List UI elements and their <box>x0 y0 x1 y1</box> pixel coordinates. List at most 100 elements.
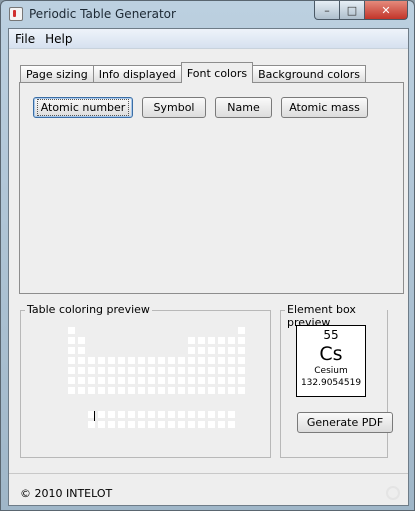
symbol-button[interactable]: Symbol <box>142 97 206 118</box>
table-cell <box>208 411 215 418</box>
menu-bar: File Help <box>9 29 408 49</box>
table-cell <box>228 377 235 384</box>
table-cell <box>68 357 75 364</box>
table-cell <box>118 411 125 418</box>
table-cell <box>108 387 115 394</box>
table-cell <box>238 327 245 334</box>
table-cell <box>68 327 75 334</box>
table-cell <box>228 357 235 364</box>
table-cell <box>198 411 205 418</box>
table-cell <box>88 377 95 384</box>
tab-strip: Page sizing Info displayed Font colors B… <box>20 62 367 83</box>
table-cell <box>218 367 225 374</box>
table-cell <box>188 347 195 354</box>
table-cell <box>108 357 115 364</box>
table-cell <box>188 377 195 384</box>
java-app-icon <box>9 7 23 21</box>
generate-pdf-button[interactable]: Generate PDF <box>297 412 393 433</box>
atomic-number-button[interactable]: Atomic number <box>33 97 133 118</box>
font-colors-panel: Atomic number Symbol Name Atomic mass <box>19 82 404 294</box>
table-cell <box>138 377 145 384</box>
table-cell <box>238 367 245 374</box>
table-cell <box>178 411 185 418</box>
menu-help[interactable]: Help <box>41 32 76 46</box>
table-cell <box>188 357 195 364</box>
name-button[interactable]: Name <box>215 97 272 118</box>
table-cell <box>238 347 245 354</box>
table-cell <box>118 367 125 374</box>
table-cell <box>188 387 195 394</box>
minimize-button[interactable]: – <box>314 1 340 20</box>
table-cell <box>128 421 135 428</box>
table-cell <box>228 337 235 344</box>
table-cell <box>88 367 95 374</box>
table-cell <box>78 367 85 374</box>
maximize-button[interactable]: □ <box>340 1 365 20</box>
close-button[interactable]: ✕ <box>365 1 408 20</box>
table-cell <box>68 377 75 384</box>
title-bar[interactable]: Periodic Table Generator – □ ✕ <box>1 1 414 29</box>
table-cell <box>128 367 135 374</box>
table-cell <box>68 347 75 354</box>
table-cell <box>168 377 175 384</box>
atomic-number-label: Atomic number <box>36 99 130 116</box>
table-cell <box>78 347 85 354</box>
table-cell <box>128 357 135 364</box>
table-cell <box>68 367 75 374</box>
table-cell <box>148 411 155 418</box>
tab-background-colors[interactable]: Background colors <box>252 65 367 83</box>
window-title: Periodic Table Generator <box>29 7 176 21</box>
table-cell <box>128 387 135 394</box>
table-cell <box>78 387 85 394</box>
table-cell <box>98 357 105 364</box>
table-cell <box>138 421 145 428</box>
table-cell <box>198 387 205 394</box>
table-cell <box>158 387 165 394</box>
element-box: 55 Cs Cesium 132.9054519 <box>296 325 366 397</box>
table-cell <box>208 337 215 344</box>
table-cell <box>208 357 215 364</box>
table-cell <box>168 387 175 394</box>
table-cell <box>218 411 225 418</box>
table-cell <box>168 357 175 364</box>
table-cell <box>138 367 145 374</box>
table-cell <box>198 377 205 384</box>
table-cell <box>178 377 185 384</box>
table-cell <box>238 377 245 384</box>
table-cell <box>118 377 125 384</box>
tab-info-displayed[interactable]: Info displayed <box>92 65 182 83</box>
status-bar: © 2010 INTELOT <box>9 473 408 505</box>
loading-spinner-icon <box>386 486 400 500</box>
table-cell <box>228 387 235 394</box>
table-cell <box>138 357 145 364</box>
table-cell <box>168 367 175 374</box>
table-cell <box>168 411 175 418</box>
table-cell <box>148 357 155 364</box>
window-controls: – □ ✕ <box>314 1 408 20</box>
table-cell <box>118 357 125 364</box>
table-cell <box>78 337 85 344</box>
tab-font-colors[interactable]: Font colors <box>180 62 254 83</box>
table-cell <box>128 411 135 418</box>
table-cell <box>158 367 165 374</box>
table-cell <box>178 421 185 428</box>
table-cell <box>208 421 215 428</box>
table-cell <box>218 357 225 364</box>
atomic-mass-button[interactable]: Atomic mass <box>281 97 368 118</box>
table-cell <box>188 411 195 418</box>
table-cell <box>138 411 145 418</box>
element-symbol: Cs <box>319 343 343 365</box>
tab-page-sizing[interactable]: Page sizing <box>20 65 94 83</box>
table-cell <box>198 357 205 364</box>
table-cell <box>148 421 155 428</box>
table-cell <box>188 337 195 344</box>
table-cell <box>208 367 215 374</box>
table-cell <box>68 337 75 344</box>
menu-file[interactable]: File <box>11 32 39 46</box>
table-cell <box>228 347 235 354</box>
table-cell <box>188 367 195 374</box>
table-cell <box>108 377 115 384</box>
table-cell <box>148 387 155 394</box>
table-cell <box>228 367 235 374</box>
table-cell <box>108 411 115 418</box>
